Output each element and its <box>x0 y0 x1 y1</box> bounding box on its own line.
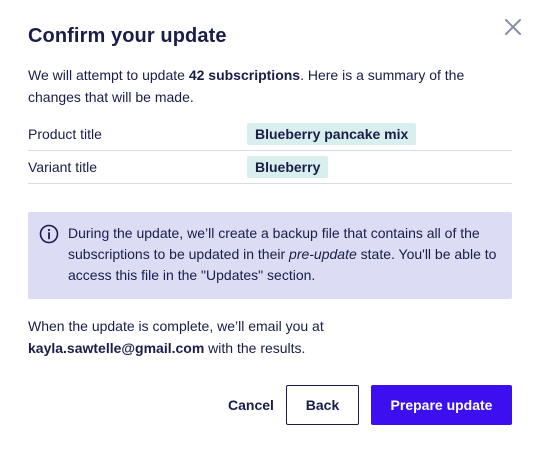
subscription-count: 42 subscriptions <box>188 67 301 83</box>
backup-notice-text: During the update, we’ll create a backup… <box>68 223 504 286</box>
intro-text: We will attempt to update 42 subscriptio… <box>28 64 508 108</box>
notice-text-italic: pre-update <box>289 246 357 262</box>
dialog-title: Confirm your update <box>28 25 227 47</box>
backup-notice: During the update, we’ll create a backup… <box>28 212 512 299</box>
info-icon <box>39 224 59 244</box>
close-button[interactable] <box>501 15 525 39</box>
cancel-button[interactable]: Cancel <box>218 385 284 425</box>
change-label: Variant title <box>28 159 97 175</box>
close-icon <box>505 19 521 35</box>
completion-line-1: When the update is complete, we’ll email… <box>28 318 324 334</box>
prepare-update-button[interactable]: Prepare update <box>371 385 512 425</box>
completion-line-2: with the results. <box>204 340 306 356</box>
confirm-update-dialog: Confirm your update We will attempt to u… <box>0 0 540 453</box>
change-row-variant-title: Variant title Blueberry <box>28 151 512 184</box>
change-label: Product title <box>28 126 102 142</box>
completion-text: When the update is complete, we’ll email… <box>28 315 508 359</box>
change-value: Blueberry <box>247 156 329 178</box>
changes-summary: Product title Blueberry pancake mix Vari… <box>28 118 512 184</box>
back-button[interactable]: Back <box>286 385 359 425</box>
intro-text-before: We will attempt to update <box>28 67 189 83</box>
email-address: kayla.sawtelle@gmail.com <box>28 340 205 356</box>
change-value: Blueberry pancake mix <box>247 123 417 145</box>
change-row-product-title: Product title Blueberry pancake mix <box>28 118 512 151</box>
dialog-actions: Cancel Back Prepare update <box>0 385 540 425</box>
